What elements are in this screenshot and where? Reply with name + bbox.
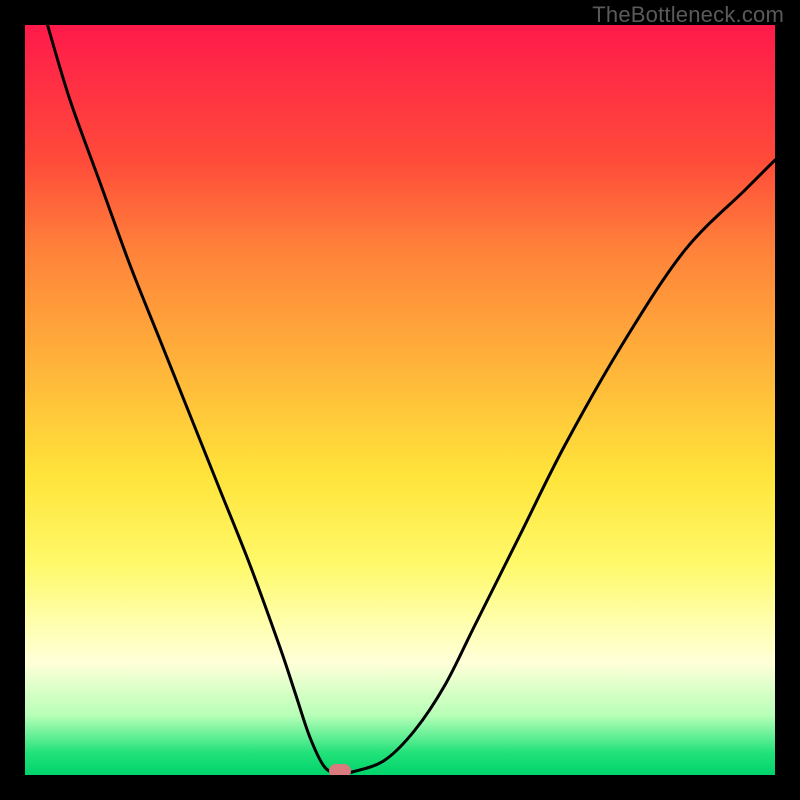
bottleneck-curve — [25, 25, 775, 775]
optimal-point-marker — [329, 764, 351, 775]
watermark-text: TheBottleneck.com — [592, 2, 784, 28]
chart-container: TheBottleneck.com — [0, 0, 800, 800]
plot-area — [25, 25, 775, 775]
